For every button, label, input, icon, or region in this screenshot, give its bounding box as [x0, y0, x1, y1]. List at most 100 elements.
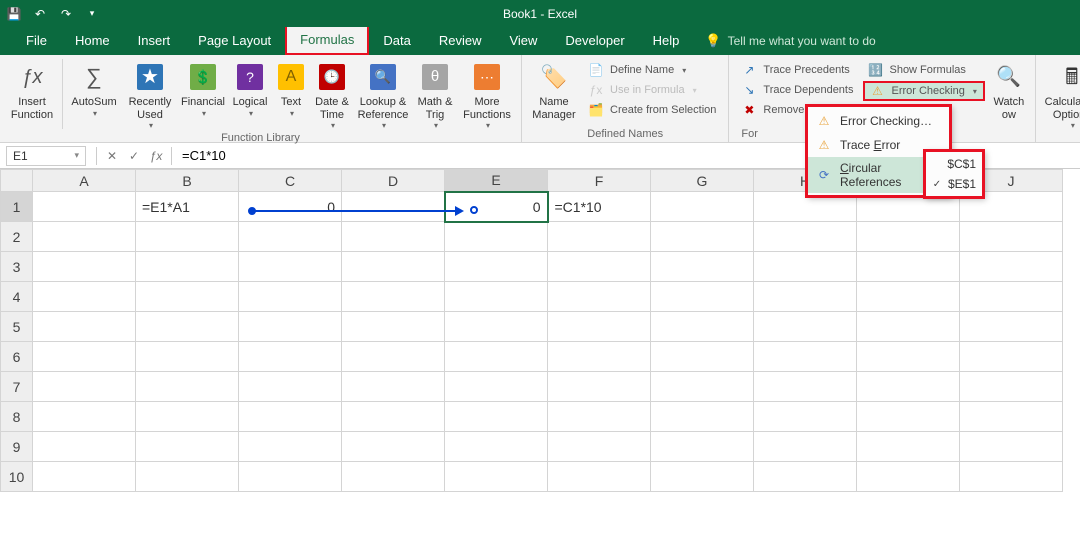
cell-E6[interactable]	[445, 342, 548, 372]
cell-D9[interactable]	[342, 432, 445, 462]
row-head-4[interactable]: 4	[1, 282, 33, 312]
cell-D5[interactable]	[342, 312, 445, 342]
cell-D4[interactable]	[342, 282, 445, 312]
insert-function-button[interactable]: ƒx Insert Function	[6, 59, 58, 121]
cell-A9[interactable]	[33, 432, 136, 462]
col-head-C[interactable]: C	[239, 170, 342, 192]
cell-D1[interactable]	[342, 192, 445, 222]
cell-D10[interactable]	[342, 462, 445, 492]
cell-J6[interactable]	[960, 342, 1063, 372]
cell-H8[interactable]	[754, 402, 857, 432]
cell-F10[interactable]	[548, 462, 651, 492]
cell-G8[interactable]	[651, 402, 754, 432]
cell-G7[interactable]	[651, 372, 754, 402]
cell-I6[interactable]	[857, 342, 960, 372]
tab-file[interactable]: File	[12, 27, 61, 55]
cell-D3[interactable]	[342, 252, 445, 282]
cell-B5[interactable]	[136, 312, 239, 342]
cell-C10[interactable]	[239, 462, 342, 492]
cell-F4[interactable]	[548, 282, 651, 312]
row-head-3[interactable]: 3	[1, 252, 33, 282]
cell-B4[interactable]	[136, 282, 239, 312]
row-head-5[interactable]: 5	[1, 312, 33, 342]
row-head-9[interactable]: 9	[1, 432, 33, 462]
cell-G6[interactable]	[651, 342, 754, 372]
trace-precedents-button[interactable]: ↗Trace Precedents	[737, 61, 857, 79]
insert-function-fb-button[interactable]: ƒx	[145, 146, 167, 166]
cell-A7[interactable]	[33, 372, 136, 402]
cell-H2[interactable]	[754, 222, 857, 252]
cell-I2[interactable]	[857, 222, 960, 252]
cell-B2[interactable]	[136, 222, 239, 252]
date-time-button[interactable]: 🕒 Date & Time▾	[311, 59, 353, 130]
lookup-ref-button[interactable]: 🔍 Lookup & Reference▾	[355, 59, 411, 130]
cell-A6[interactable]	[33, 342, 136, 372]
cell-E3[interactable]	[445, 252, 548, 282]
cell-E9[interactable]	[445, 432, 548, 462]
cell-F1[interactable]: =C1*10	[548, 192, 651, 222]
cell-F6[interactable]	[548, 342, 651, 372]
autosum-button[interactable]: ∑ AutoSum ▾	[67, 59, 121, 118]
undo-icon[interactable]: ↶	[32, 6, 48, 22]
tab-page-layout[interactable]: Page Layout	[184, 27, 285, 55]
cell-E8[interactable]	[445, 402, 548, 432]
tab-formulas[interactable]: Formulas	[285, 25, 369, 55]
cell-E1[interactable]: 0	[445, 192, 548, 222]
col-head-E[interactable]: E	[445, 170, 548, 192]
cell-H9[interactable]	[754, 432, 857, 462]
recently-used-button[interactable]: ★ Recently Used▾	[123, 59, 177, 130]
col-head-G[interactable]: G	[651, 170, 754, 192]
cell-I7[interactable]	[857, 372, 960, 402]
row-head-6[interactable]: 6	[1, 342, 33, 372]
tab-review[interactable]: Review	[425, 27, 496, 55]
cell-F3[interactable]	[548, 252, 651, 282]
calculation-options-button[interactable]: 🖩 Calculation Options▾	[1042, 59, 1080, 130]
cell-I9[interactable]	[857, 432, 960, 462]
error-checking-button[interactable]: ⚠ Error Checking ▾	[863, 81, 984, 101]
tab-developer[interactable]: Developer	[551, 27, 638, 55]
cell-G10[interactable]	[651, 462, 754, 492]
tab-insert[interactable]: Insert	[124, 27, 185, 55]
cell-I4[interactable]	[857, 282, 960, 312]
cell-C5[interactable]	[239, 312, 342, 342]
tab-view[interactable]: View	[495, 27, 551, 55]
cell-H3[interactable]	[754, 252, 857, 282]
row-head-10[interactable]: 10	[1, 462, 33, 492]
more-functions-button[interactable]: ⋯ More Functions▾	[459, 59, 515, 130]
cell-B10[interactable]	[136, 462, 239, 492]
logical-button[interactable]: ? Logical▾	[229, 59, 271, 118]
define-name-button[interactable]: 📄Define Name▾	[584, 61, 720, 79]
cell-D6[interactable]	[342, 342, 445, 372]
row-head-8[interactable]: 8	[1, 402, 33, 432]
chevron-down-icon[interactable]: ▾	[74, 150, 79, 161]
cell-G5[interactable]	[651, 312, 754, 342]
cell-D2[interactable]	[342, 222, 445, 252]
cell-G2[interactable]	[651, 222, 754, 252]
circular-ref-item-2[interactable]: ✓ $E$1	[926, 174, 982, 194]
cell-A2[interactable]	[33, 222, 136, 252]
cell-A3[interactable]	[33, 252, 136, 282]
cell-C1[interactable]: 0	[239, 192, 342, 222]
col-head-A[interactable]: A	[33, 170, 136, 192]
cell-J5[interactable]	[960, 312, 1063, 342]
cell-A1[interactable]	[33, 192, 136, 222]
select-all-corner[interactable]	[1, 170, 33, 192]
cell-I8[interactable]	[857, 402, 960, 432]
cell-B9[interactable]	[136, 432, 239, 462]
cell-G3[interactable]	[651, 252, 754, 282]
cell-E7[interactable]	[445, 372, 548, 402]
cell-H5[interactable]	[754, 312, 857, 342]
save-icon[interactable]: 💾	[6, 6, 22, 22]
cell-A4[interactable]	[33, 282, 136, 312]
name-box[interactable]: E1 ▾	[6, 146, 86, 166]
cell-H6[interactable]	[754, 342, 857, 372]
financial-button[interactable]: 💲 Financial▾	[179, 59, 227, 118]
cell-J7[interactable]	[960, 372, 1063, 402]
cell-E2[interactable]	[445, 222, 548, 252]
cell-C2[interactable]	[239, 222, 342, 252]
cell-F5[interactable]	[548, 312, 651, 342]
cell-B3[interactable]	[136, 252, 239, 282]
qat-customize-icon[interactable]: ▾	[84, 6, 100, 22]
create-from-selection-button[interactable]: 🗂️Create from Selection	[584, 101, 720, 119]
cell-A8[interactable]	[33, 402, 136, 432]
